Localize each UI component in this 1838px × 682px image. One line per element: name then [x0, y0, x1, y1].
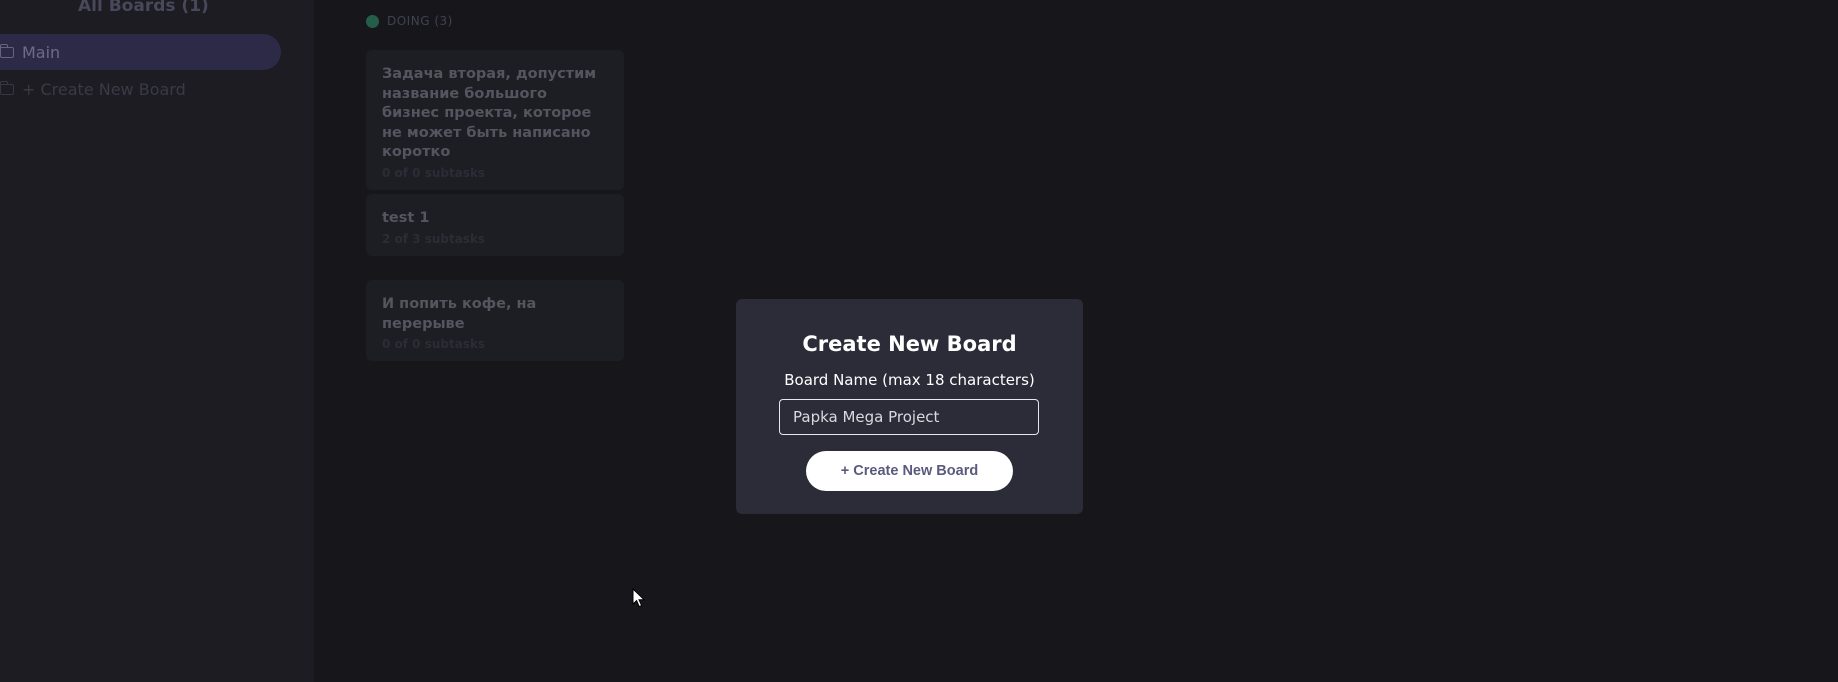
task-card[interactable]: И попить кофе, на перерыве 0 of 0 subtas…: [366, 280, 624, 361]
folder-icon: [0, 80, 14, 95]
sidebar-item-label: Main: [22, 42, 61, 62]
task-card[interactable]: test 1 2 of 3 subtasks: [366, 194, 624, 256]
sidebar-heading: All Boards (1): [78, 0, 209, 16]
status-dot-icon: [366, 14, 379, 28]
modal-title: Create New Board: [802, 332, 1017, 356]
board-name-label: Board Name (max 18 characters): [784, 371, 1035, 389]
folder-icon: [0, 43, 14, 58]
create-new-board-button[interactable]: + Create New Board: [806, 451, 1013, 491]
task-title: test 1: [382, 210, 430, 226]
sidebar-item-main[interactable]: Main: [0, 34, 281, 70]
sidebar-item-label: + Create New Board: [22, 79, 186, 99]
create-board-modal: Create New Board Board Name (max 18 char…: [736, 299, 1083, 514]
task-subtasks: 0 of 0 subtasks: [382, 337, 486, 351]
board-name-input[interactable]: [779, 399, 1039, 435]
task-card[interactable]: Задача вторая, допустим название большог…: [366, 50, 624, 190]
column-label: DOING (3): [387, 14, 453, 28]
sidebar: All Boards (1) Main + Create New Board: [0, 0, 314, 682]
task-title: Задача вторая, допустим название большог…: [382, 66, 597, 160]
mouse-cursor-icon: [632, 588, 646, 608]
task-subtasks: 2 of 3 subtasks: [382, 231, 486, 246]
task-subtasks: 0 of 0 subtasks: [382, 165, 486, 180]
sidebar-item-create-board[interactable]: + Create New Board: [0, 77, 186, 101]
task-title: И попить кофе, на перерыве: [382, 296, 537, 332]
app-window: All Boards (1) Main + Create New Board D…: [0, 0, 1838, 682]
column-header: DOING (3): [366, 14, 453, 28]
